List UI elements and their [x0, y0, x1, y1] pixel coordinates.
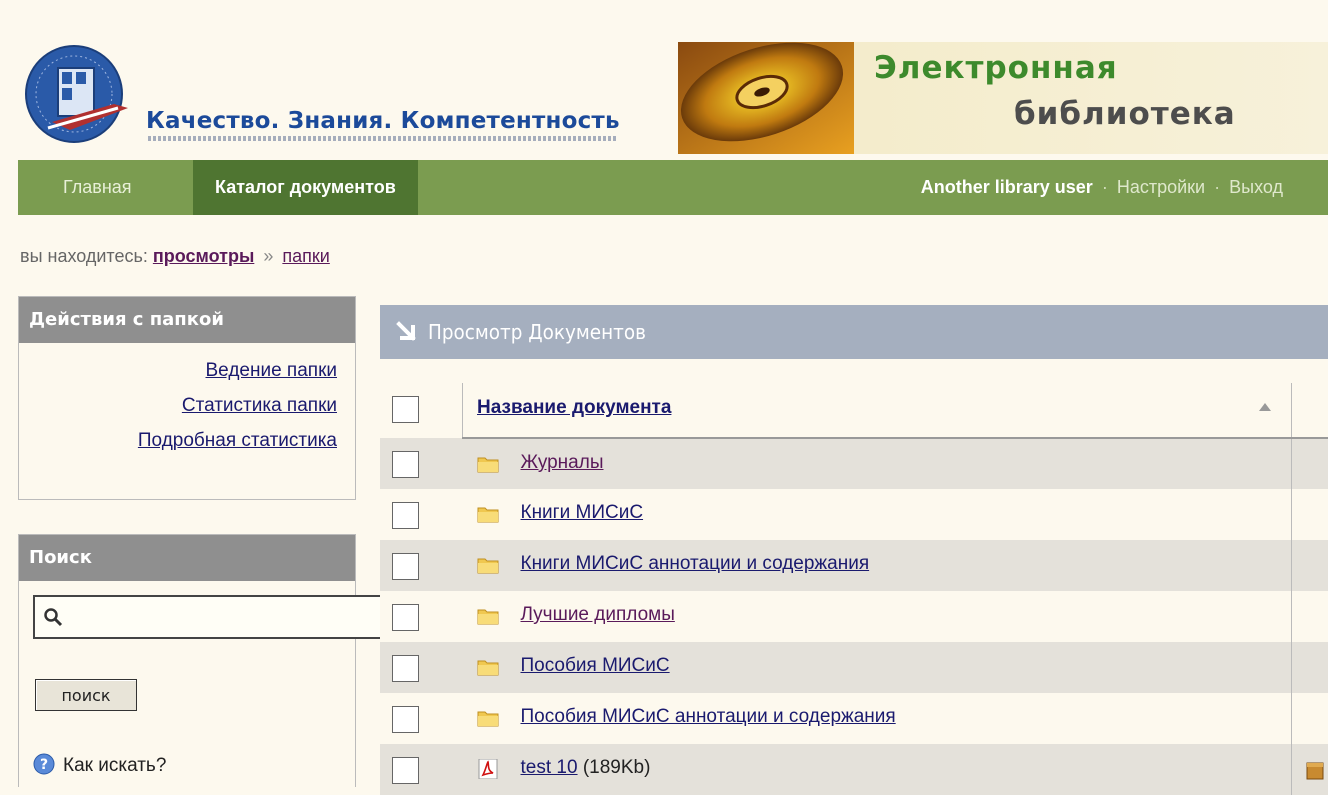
- row-checkbox[interactable]: [392, 604, 419, 631]
- breadcrumb-prefix: вы находитесь:: [20, 246, 148, 266]
- search-help-link[interactable]: ? Как искать?: [33, 753, 166, 777]
- detailed-statistics-link[interactable]: Подробная статистика: [19, 423, 355, 458]
- folder-icon: [477, 558, 498, 574]
- file-size: (189Kb): [582, 757, 651, 778]
- folder-actions-panel: Действия с папкой Ведение папки Статисти…: [18, 296, 356, 500]
- document-link[interactable]: Журналы: [521, 452, 604, 474]
- table-row: Пособия МИСиС аннотации и содержания: [380, 693, 1328, 744]
- row-checkbox[interactable]: [392, 451, 419, 478]
- row-checkbox[interactable]: [392, 502, 419, 529]
- row-checkbox[interactable]: [392, 757, 419, 784]
- search-field[interactable]: [33, 595, 383, 639]
- document-link[interactable]: Лучшие дипломы: [521, 604, 675, 626]
- arrow-down-right-icon: [396, 321, 416, 341]
- cd-disc-image: [678, 42, 854, 154]
- content-title: Просмотр Документов: [428, 320, 646, 344]
- row-checkbox[interactable]: [392, 706, 419, 733]
- search-input[interactable]: [69, 601, 373, 635]
- column-header-document-name[interactable]: Название документа: [477, 397, 671, 419]
- nav-separator: ·: [1101, 177, 1108, 197]
- search-help-label: Как искать?: [63, 755, 167, 776]
- document-link[interactable]: Книги МИСиС аннотации и содержания: [521, 553, 870, 575]
- breadcrumb: вы находитесь: просмотры » папки: [20, 246, 330, 267]
- table-row: test 10 (189Kb): [380, 744, 1328, 795]
- user-name-link[interactable]: Another library user: [921, 177, 1093, 197]
- user-menu: Another library user · Настройки · Выход: [921, 160, 1283, 215]
- svg-text:?: ?: [40, 757, 48, 773]
- search-button[interactable]: поиск: [35, 679, 137, 711]
- breadcrumb-folders-link[interactable]: папки: [282, 246, 329, 266]
- document-link[interactable]: Пособия МИСиС аннотации и содержания: [521, 706, 896, 728]
- library-banner: Электронная библиотека: [678, 42, 1328, 154]
- banner-title-line1: Электронная: [874, 50, 1118, 86]
- logout-link[interactable]: Выход: [1229, 177, 1283, 197]
- table-header-row: Название документа: [380, 383, 1328, 439]
- search-icon: [44, 608, 63, 627]
- document-link-wrap: test 10 (189Kb): [521, 757, 651, 779]
- folder-management-link[interactable]: Ведение папки: [19, 353, 355, 388]
- nav-tab-catalog[interactable]: Каталог документов: [193, 160, 418, 215]
- folder-actions-title: Действия с папкой: [19, 297, 355, 343]
- table-row: Журналы: [380, 438, 1328, 489]
- pdf-file-icon: [478, 759, 497, 779]
- logo-subtitle-strip: [148, 136, 618, 141]
- select-all-checkbox[interactable]: [392, 396, 419, 423]
- document-action-icon[interactable]: [1306, 760, 1324, 780]
- main-navigation: Главная Каталог документов Another libra…: [18, 160, 1328, 215]
- breadcrumb-separator: »: [263, 246, 274, 266]
- university-emblem-logo: [25, 45, 128, 143]
- folder-icon: [477, 711, 498, 727]
- folder-icon: [477, 660, 498, 676]
- row-checkbox[interactable]: [392, 655, 419, 682]
- help-icon: ?: [33, 753, 55, 775]
- table-row: Книги МИСиС: [380, 489, 1328, 540]
- table-row: Лучшие дипломы: [380, 591, 1328, 642]
- site-header: Качество. Знания. Компетентность Электро…: [0, 0, 1328, 160]
- banner-title-line2: библиотека: [1014, 96, 1236, 132]
- settings-link[interactable]: Настройки: [1117, 177, 1205, 197]
- nav-tab-home[interactable]: Главная: [40, 160, 155, 215]
- documents-table: Название документа Журналы Книги МИСиС К…: [380, 383, 1328, 795]
- content-header: Просмотр Документов: [380, 305, 1328, 359]
- logo-title: Качество. Знания. Компетентность: [146, 108, 620, 134]
- document-link[interactable]: test 10: [521, 757, 578, 778]
- table-row: Пособия МИСиС: [380, 642, 1328, 693]
- document-link[interactable]: Пособия МИСиС: [521, 655, 670, 677]
- folder-statistics-link[interactable]: Статистика папки: [19, 388, 355, 423]
- sort-ascending-icon[interactable]: [1259, 403, 1271, 411]
- row-checkbox[interactable]: [392, 553, 419, 580]
- breadcrumb-views-link[interactable]: просмотры: [153, 246, 254, 266]
- document-link[interactable]: Книги МИСиС: [521, 502, 644, 524]
- nav-separator: ·: [1214, 177, 1221, 197]
- search-panel: Поиск поиск ? Как искать?: [18, 534, 383, 787]
- search-title: Поиск: [19, 535, 355, 581]
- folder-icon: [477, 609, 498, 625]
- folder-icon: [477, 457, 498, 473]
- folder-icon: [477, 507, 498, 523]
- table-row: Книги МИСиС аннотации и содержания: [380, 540, 1328, 591]
